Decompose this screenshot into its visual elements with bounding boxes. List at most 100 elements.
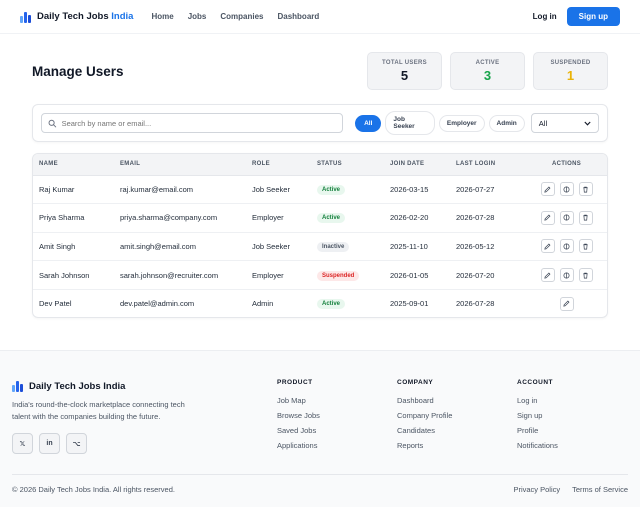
privacy-policy-link[interactable]: Privacy Policy bbox=[513, 485, 560, 494]
table-header-row: Name Email Role Status Join Date Last Lo… bbox=[33, 154, 607, 176]
table-row: Raj Kumar raj.kumar@email.com Job Seeker… bbox=[33, 175, 607, 205]
user-email: dev.patel@admin.com bbox=[120, 299, 195, 309]
ban-icon bbox=[563, 272, 570, 279]
column-header-status[interactable]: Status bbox=[317, 154, 390, 176]
trash-icon bbox=[583, 243, 588, 250]
footer-link[interactable]: Browse Jobs bbox=[277, 408, 320, 423]
pencil-icon bbox=[544, 243, 551, 250]
stat-active: Active 3 bbox=[450, 52, 525, 90]
status-badge: Active bbox=[317, 184, 346, 195]
user-email: raj.kumar@email.com bbox=[120, 175, 252, 205]
status-badge: Suspended bbox=[317, 270, 360, 281]
footer-link[interactable]: Notifications bbox=[517, 438, 558, 453]
edit-button[interactable] bbox=[540, 268, 555, 283]
footer-link[interactable]: Job Map bbox=[277, 393, 320, 408]
column-header-role[interactable]: Role bbox=[252, 154, 317, 176]
delete-button[interactable] bbox=[578, 182, 593, 197]
user-status-cell: Active bbox=[317, 203, 390, 233]
table-row: Priya Sharma priya.sharma@company.com Em… bbox=[33, 203, 607, 233]
delete-button[interactable] bbox=[578, 239, 593, 254]
stat-total-users: Total Users 5 bbox=[367, 52, 442, 90]
chevron-down-icon bbox=[584, 121, 591, 126]
table-row: Sarah Johnson sarah.johnson@recruiter.co… bbox=[33, 260, 607, 290]
stats-cards: Total Users 5 Active 3 Suspended 1 bbox=[367, 52, 608, 90]
filter-chip-employer[interactable]: Employer bbox=[438, 114, 485, 132]
column-header-email[interactable]: Email bbox=[120, 154, 252, 176]
brand-logo[interactable]: Daily Tech Jobs India bbox=[20, 11, 133, 23]
footer-link[interactable]: Company Profile bbox=[397, 408, 452, 423]
column-header-name[interactable]: Name bbox=[33, 154, 120, 176]
user-email: priya.sharma@company.com bbox=[120, 203, 252, 233]
filter-chip-all[interactable]: All bbox=[355, 114, 382, 132]
filter-chip-job-seeker[interactable]: Job Seeker bbox=[385, 111, 435, 135]
stat-value: 3 bbox=[483, 67, 492, 83]
footer-link[interactable]: Dashboard bbox=[397, 393, 452, 408]
footer-link[interactable]: Reports bbox=[397, 438, 452, 453]
search-icon bbox=[48, 119, 57, 127]
nav-home[interactable]: Home bbox=[151, 12, 173, 21]
edit-button[interactable] bbox=[540, 182, 555, 197]
signup-button[interactable]: Sign up bbox=[566, 7, 620, 26]
nav-jobs[interactable]: Jobs bbox=[188, 12, 207, 21]
top-navbar: Daily Tech Jobs India Home Jobs Companie… bbox=[0, 0, 640, 34]
filter-bar: All Job Seeker Employer Admin All bbox=[32, 104, 608, 142]
column-header-last-login[interactable]: Last Login bbox=[456, 154, 526, 176]
user-email: sarah.johnson@recruiter.com bbox=[120, 260, 252, 290]
github-social-icon[interactable]: ⌥ bbox=[66, 433, 87, 454]
row-actions bbox=[526, 232, 607, 262]
delete-button[interactable] bbox=[578, 268, 593, 283]
column-header-join-date[interactable]: Join Date bbox=[390, 154, 456, 176]
user-last-login: 2026-07-28 bbox=[456, 299, 495, 309]
x-social-icon[interactable]: 𝕏 bbox=[12, 433, 33, 454]
user-name: Dev Patel bbox=[39, 299, 72, 309]
suspend-button[interactable] bbox=[559, 182, 574, 197]
search-input[interactable] bbox=[61, 118, 337, 128]
footer-brand[interactable]: Daily Tech Jobs India bbox=[12, 380, 125, 392]
edit-button[interactable] bbox=[559, 296, 574, 311]
footer-link[interactable]: Log in bbox=[517, 393, 558, 408]
user-last-login: 2026-05-12 bbox=[456, 232, 526, 262]
trash-icon bbox=[583, 215, 588, 221]
main-nav: Home Jobs Companies Dashboard bbox=[151, 12, 319, 21]
suspend-button[interactable] bbox=[559, 268, 574, 283]
footer-column-company: Company Dashboard Company Profile Candid… bbox=[397, 379, 452, 453]
site-footer: Daily Tech Jobs India India's round-the-… bbox=[0, 350, 640, 507]
status-filter-select[interactable]: All bbox=[530, 113, 599, 133]
footer-link[interactable]: Profile bbox=[517, 423, 558, 438]
brand-name: Daily Tech Jobs India bbox=[37, 11, 134, 22]
stat-value: 1 bbox=[566, 67, 575, 83]
footer-divider bbox=[12, 474, 628, 475]
delete-button[interactable] bbox=[578, 210, 593, 225]
suspend-button[interactable] bbox=[559, 210, 574, 225]
footer-link[interactable]: Candidates bbox=[397, 423, 452, 438]
footer-column-product: Product Job Map Browse Jobs Saved Jobs A… bbox=[277, 379, 320, 453]
trash-icon bbox=[583, 186, 588, 193]
bar-chart-logo-icon bbox=[20, 11, 31, 23]
nav-dashboard[interactable]: Dashboard bbox=[277, 12, 319, 21]
user-join-date: 2026-01-05 bbox=[390, 260, 456, 290]
status-badge: Active bbox=[317, 213, 346, 224]
nav-companies[interactable]: Companies bbox=[220, 12, 263, 21]
stat-value: 5 bbox=[400, 67, 409, 83]
table-row: Amit Singh amit.singh@email.com Job Seek… bbox=[33, 232, 607, 262]
edit-button[interactable] bbox=[540, 239, 555, 254]
search-box[interactable] bbox=[41, 113, 344, 133]
stat-suspended: Suspended 1 bbox=[533, 52, 608, 90]
edit-button[interactable] bbox=[540, 210, 555, 225]
pencil-icon bbox=[544, 186, 551, 193]
suspend-button[interactable] bbox=[559, 239, 574, 254]
row-actions bbox=[526, 260, 607, 290]
user-status-cell: Inactive bbox=[317, 232, 390, 262]
login-link[interactable]: Log in bbox=[533, 12, 557, 21]
footer-link[interactable]: Sign up bbox=[517, 408, 558, 423]
user-role: Job Seeker bbox=[252, 175, 317, 205]
terms-of-service-link[interactable]: Terms of Service bbox=[572, 485, 628, 494]
user-name: Amit Singh bbox=[33, 232, 120, 262]
filter-chip-admin[interactable]: Admin bbox=[488, 114, 525, 132]
footer-link[interactable]: Applications bbox=[277, 438, 320, 453]
ban-icon bbox=[563, 214, 570, 221]
footer-link[interactable]: Saved Jobs bbox=[277, 423, 320, 438]
table-row: Dev Patel dev.patel@admin.com Admin Acti… bbox=[33, 289, 607, 317]
linkedin-social-icon[interactable]: in bbox=[39, 433, 60, 454]
status-filter-value: All bbox=[538, 118, 548, 128]
